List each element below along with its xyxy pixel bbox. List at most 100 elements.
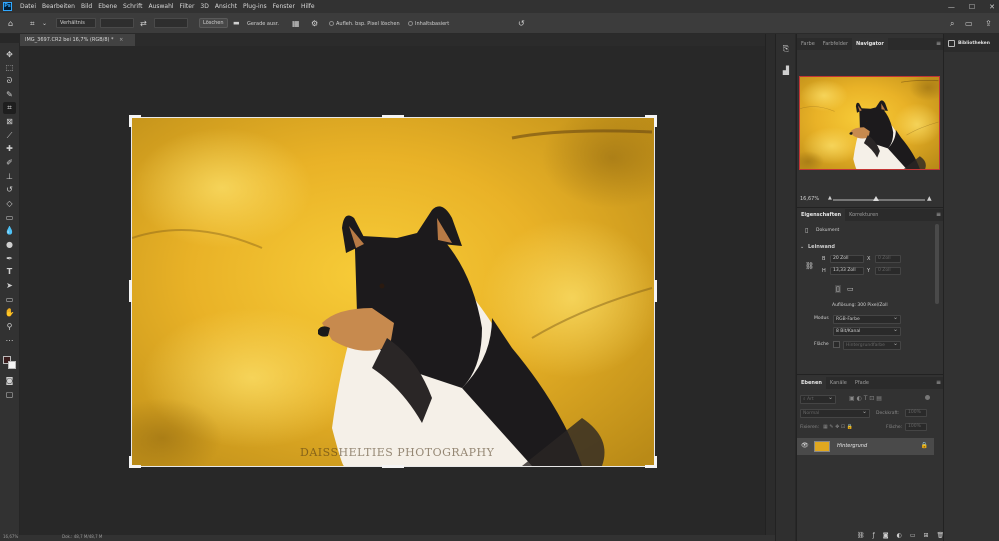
- zoom-out-icon[interactable]: ▲: [828, 195, 832, 201]
- marquee-tool-icon[interactable]: ⬚: [3, 62, 16, 74]
- quick-mask-icon[interactable]: ◙: [3, 375, 16, 387]
- crop-handle-bottom[interactable]: [382, 465, 404, 468]
- grid-overlay-icon[interactable]: ▦: [292, 18, 300, 29]
- opacity-field[interactable]: 100%: [905, 409, 927, 417]
- group-folder-icon[interactable]: ▭: [910, 532, 916, 539]
- quick-select-tool-icon[interactable]: ✎: [3, 89, 16, 101]
- canvas-scrollbar[interactable]: [765, 34, 775, 535]
- content-aware-checkbox[interactable]: [408, 21, 413, 26]
- eraser-tool-icon[interactable]: ◇: [3, 198, 16, 210]
- delete-pixels-option[interactable]: Aufleh. bsp. Pixel löschen: [329, 18, 400, 29]
- layer-name[interactable]: Hintergrund: [837, 443, 867, 449]
- menu-help[interactable]: Hilfe: [298, 3, 318, 10]
- zoom-tool-icon[interactable]: ⚲: [3, 321, 16, 333]
- clear-button[interactable]: Löschen: [199, 18, 228, 28]
- canvas-y-field[interactable]: 0 Zoll: [875, 267, 901, 275]
- chevron-down-icon[interactable]: ⌄: [42, 18, 47, 29]
- lasso-tool-icon[interactable]: ᘐ: [3, 75, 16, 87]
- menu-layer[interactable]: Ebene: [95, 3, 120, 10]
- fill-swatch[interactable]: [833, 341, 840, 348]
- menu-plugins[interactable]: Plug-ins: [240, 3, 270, 10]
- tab-properties[interactable]: Eigenschaften: [797, 209, 846, 221]
- tab-channels[interactable]: Kanäle: [826, 377, 851, 389]
- maximize-icon[interactable]: ☐: [969, 3, 975, 11]
- new-layer-icon[interactable]: ⊞: [924, 532, 929, 539]
- background-color-swatch[interactable]: [8, 361, 16, 369]
- crop-handle-left[interactable]: [129, 280, 132, 302]
- tab-adjustments[interactable]: Korrekturen: [845, 209, 882, 221]
- content-aware-option[interactable]: Inhaltsbasiert: [408, 18, 449, 29]
- link-icon[interactable]: ⛓: [805, 262, 814, 270]
- navigator-preview[interactable]: [799, 76, 940, 170]
- fx-icon[interactable]: ƒ: [873, 532, 875, 539]
- brush-tool-icon[interactable]: ✐: [3, 157, 16, 169]
- crop-handle-top[interactable]: [382, 115, 404, 118]
- move-tool-icon[interactable]: ✥: [3, 49, 16, 61]
- link-layers-icon[interactable]: ⛓: [857, 532, 865, 539]
- minimize-icon[interactable]: —: [948, 3, 955, 11]
- menu-image[interactable]: Bild: [78, 3, 95, 10]
- menu-window[interactable]: Fenster: [270, 3, 298, 10]
- panel-menu-icon[interactable]: ≡: [936, 377, 941, 389]
- mask-icon[interactable]: ◙: [883, 532, 889, 539]
- histogram-panel-icon[interactable]: ▟: [781, 66, 791, 76]
- stamp-tool-icon[interactable]: ⊥: [3, 171, 16, 183]
- menu-3d[interactable]: 3D: [197, 3, 211, 10]
- swap-icon[interactable]: ⇄: [140, 18, 147, 29]
- navigator-zoom-knob[interactable]: [873, 196, 880, 201]
- lock-icons[interactable]: ▦ ✎ ✥ ⊡ 🔒: [823, 424, 853, 430]
- status-doc-info[interactable]: Dok.: 48,7 M/48,7 M: [62, 534, 102, 539]
- canvas-section-toggle[interactable]: ⌄: [800, 244, 804, 250]
- zoom-in-icon[interactable]: ▲: [927, 195, 932, 202]
- document-tab[interactable]: IMG_3697.CR2 bei 16,7% (RGB/8) * ×: [20, 34, 135, 46]
- tab-color[interactable]: Farbe: [797, 38, 819, 50]
- panel-menu-icon[interactable]: ≡: [936, 209, 941, 221]
- menu-type[interactable]: Schrift: [120, 3, 145, 10]
- type-tool-icon[interactable]: T: [3, 266, 16, 278]
- tab-paths[interactable]: Pfade: [851, 377, 873, 389]
- ratio-width-input[interactable]: [100, 18, 134, 28]
- layer-filter-select[interactable]: ⌕ Art: [800, 394, 836, 404]
- document-image[interactable]: [132, 118, 654, 466]
- crop-handle-bottom-right-v[interactable]: [654, 456, 657, 468]
- history-brush-icon[interactable]: ↺: [3, 184, 16, 196]
- menu-select[interactable]: Auswahl: [145, 3, 176, 10]
- lock-icon[interactable]: 🔒: [921, 442, 928, 449]
- screen-mode-icon[interactable]: ▢: [3, 389, 16, 401]
- tab-libraries[interactable]: Bibliotheken: [944, 34, 999, 52]
- workspace-icon[interactable]: ▭: [965, 18, 973, 29]
- settings-gear-icon[interactable]: ⚙: [311, 18, 318, 29]
- crop-tool-icon[interactable]: ⌗: [30, 18, 35, 29]
- status-zoom[interactable]: 16,67%: [3, 534, 18, 539]
- fill-select[interactable]: Hintergrundfarbe: [843, 340, 901, 350]
- dodge-tool-icon[interactable]: ●: [3, 239, 16, 251]
- pen-tool-icon[interactable]: ✒: [3, 253, 16, 265]
- crop-tool-icon[interactable]: ⌗: [3, 102, 16, 114]
- share-icon[interactable]: ⇪: [985, 18, 992, 29]
- rectangle-tool-icon[interactable]: ▭: [3, 294, 16, 306]
- menu-filter[interactable]: Filter: [177, 3, 198, 10]
- landscape-icon[interactable]: ▭: [847, 285, 854, 293]
- close-tab-icon[interactable]: ×: [119, 37, 123, 43]
- menu-file[interactable]: Datei: [17, 3, 39, 10]
- home-icon[interactable]: ⌂: [8, 18, 13, 29]
- crop-handle-right[interactable]: [654, 280, 657, 302]
- menu-edit[interactable]: Bearbeiten: [39, 3, 78, 10]
- frame-tool-icon[interactable]: ⊠: [3, 116, 16, 128]
- layer-row[interactable]: 👁 Hintergrund 🔒: [797, 438, 934, 455]
- blur-tool-icon[interactable]: 💧: [3, 225, 16, 237]
- crop-handle-bottom-left-v[interactable]: [129, 456, 132, 468]
- properties-scrollbar[interactable]: [935, 224, 939, 304]
- visibility-eye-icon[interactable]: 👁: [801, 442, 809, 449]
- crop-handle-top-right-v[interactable]: [654, 115, 657, 127]
- color-mode-select[interactable]: RGB-Farbe: [833, 314, 901, 324]
- panel-menu-icon[interactable]: ≡: [936, 38, 941, 50]
- filter-toggle[interactable]: [925, 395, 930, 400]
- menu-view[interactable]: Ansicht: [212, 3, 240, 10]
- reset-icon[interactable]: ↺: [518, 18, 525, 29]
- blend-mode-select[interactable]: Normal: [800, 408, 870, 418]
- navigator-zoom-value[interactable]: 16,67%: [800, 196, 819, 202]
- canvas-height-field[interactable]: 13,33 Zoll: [830, 267, 864, 275]
- gradient-tool-icon[interactable]: ▭: [3, 212, 16, 224]
- hand-tool-icon[interactable]: ✋: [3, 307, 16, 319]
